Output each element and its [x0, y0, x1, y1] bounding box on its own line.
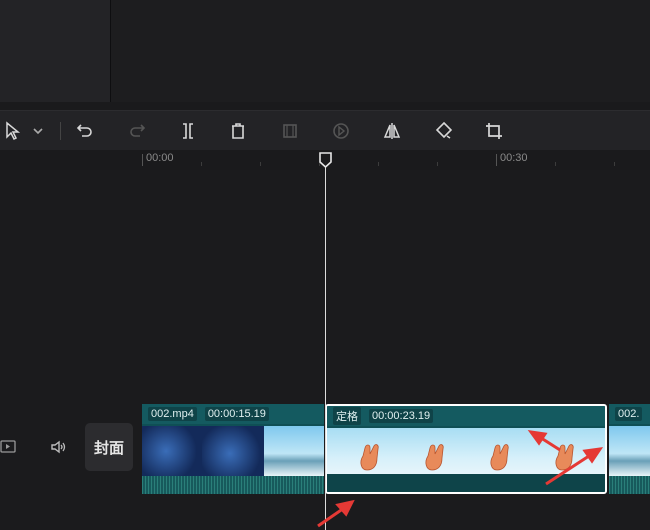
arrow-line [545, 452, 593, 486]
annotation-arrows [317, 430, 604, 528]
arrow-head [527, 430, 548, 446]
arrow-head [582, 447, 604, 464]
